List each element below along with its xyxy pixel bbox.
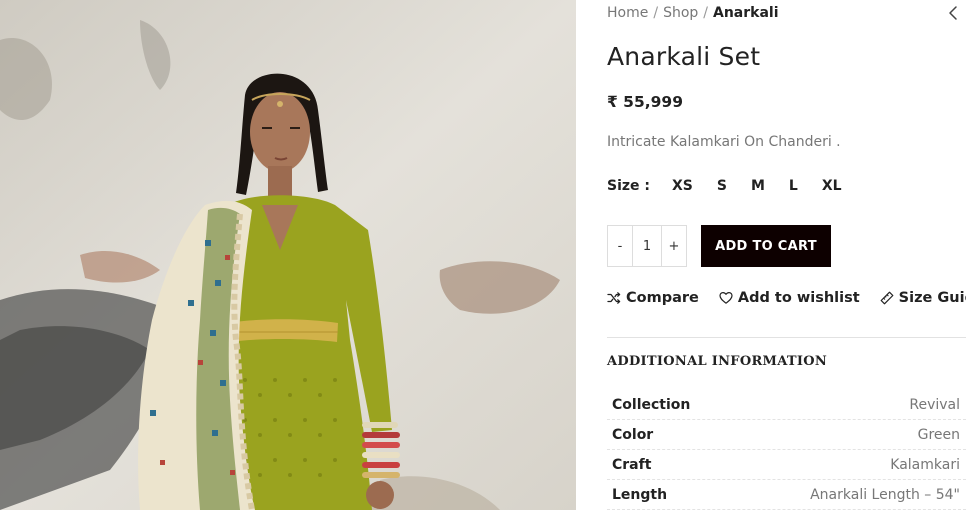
product-price: ₹ 55,999	[607, 93, 683, 111]
attribute-value: Revival	[909, 396, 960, 413]
product-photo	[0, 0, 576, 510]
attribute-name: Length	[612, 486, 668, 503]
add-to-cart-button[interactable]: ADD TO CART	[701, 225, 831, 267]
breadcrumb-home[interactable]: Home	[607, 5, 648, 21]
wishlist-label: Add to wishlist	[737, 290, 860, 306]
add-to-wishlist-button[interactable]: Add to wishlist	[719, 290, 860, 306]
size-option-xl[interactable]: XL	[822, 178, 842, 194]
attribute-name: Color	[612, 426, 654, 443]
additional-information-title: ADDITIONAL INFORMATION	[607, 354, 828, 369]
attribute-name: Craft	[612, 456, 652, 473]
size-option-m[interactable]: M	[751, 178, 765, 194]
size-option-s[interactable]: S	[717, 178, 727, 194]
size-option-l[interactable]: L	[789, 178, 798, 194]
compare-button[interactable]: Compare	[607, 290, 699, 306]
breadcrumb-current: Anarkali	[713, 5, 779, 21]
table-row: Collection Revival	[607, 390, 966, 420]
section-divider	[607, 337, 966, 338]
table-row: Craft Kalamkari	[607, 450, 966, 480]
product-title: Anarkali Set	[607, 42, 761, 71]
breadcrumb: Home / Shop / Anarkali	[607, 5, 779, 21]
table-row: Color Green	[607, 420, 966, 450]
attribute-name: Collection	[612, 396, 691, 413]
quantity-increment-button[interactable]: +	[662, 226, 686, 266]
size-label: Size :	[607, 178, 650, 194]
size-guide-label: Size Guide	[898, 290, 966, 306]
size-selector: Size : XS S M L XL	[607, 178, 866, 194]
additional-information-table: Collection Revival Color Green Craft Kal…	[607, 390, 966, 510]
product-info: Home / Shop / Anarkali Anarkali Set ₹ 55,999…	[607, 0, 966, 510]
attribute-value: Anarkali Length – 54"	[810, 486, 960, 503]
compare-label: Compare	[626, 290, 699, 306]
shuffle-icon	[607, 292, 621, 304]
chevron-left-icon[interactable]	[946, 4, 960, 22]
product-image[interactable]	[0, 0, 576, 510]
table-row: Length Anarkali Length – 54"	[607, 480, 966, 510]
heart-icon	[719, 292, 733, 304]
breadcrumb-separator: /	[653, 5, 659, 21]
quantity-stepper: - 1 +	[607, 225, 687, 267]
quantity-input[interactable]: 1	[632, 226, 662, 266]
quantity-decrement-button[interactable]: -	[608, 226, 632, 266]
attribute-value: Green	[917, 426, 960, 443]
breadcrumb-separator: /	[703, 5, 708, 21]
product-actions: Compare Add to wishlist Size Guide	[607, 290, 966, 306]
size-guide-button[interactable]: Size Guide	[880, 290, 966, 306]
attribute-value: Kalamkari	[890, 456, 960, 473]
product-description: Intricate Kalamkari On Chanderi .	[607, 134, 841, 150]
breadcrumb-shop[interactable]: Shop	[663, 5, 698, 21]
size-option-xs[interactable]: XS	[672, 178, 693, 194]
ruler-icon	[880, 291, 894, 305]
